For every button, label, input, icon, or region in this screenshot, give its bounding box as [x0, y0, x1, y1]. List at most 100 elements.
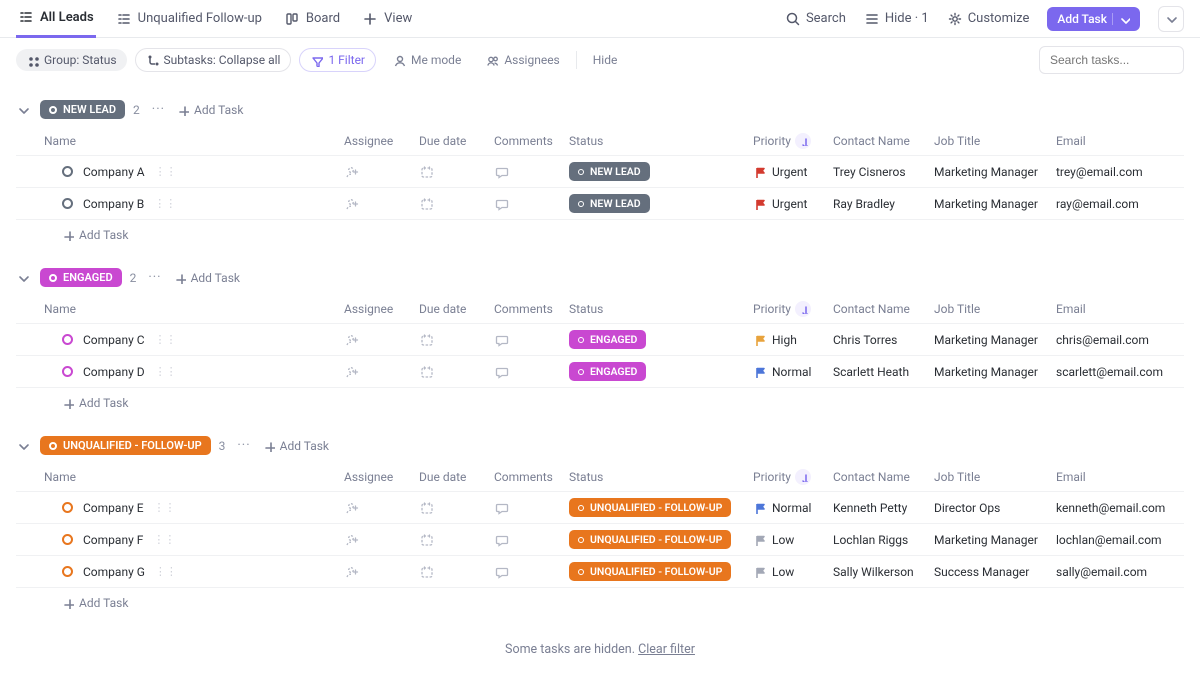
column-header[interactable]: Due date: [419, 134, 494, 148]
drag-handle-icon[interactable]: ⋮⋮: [153, 533, 175, 546]
column-header[interactable]: Due date: [419, 470, 494, 484]
due-date-cell[interactable]: [419, 332, 494, 347]
assignee-cell[interactable]: [344, 564, 419, 579]
group-status-chip[interactable]: ENGAGED: [40, 268, 122, 287]
column-header[interactable]: Job Title: [934, 470, 1056, 484]
column-header[interactable]: Name: [44, 134, 344, 148]
assignee-cell[interactable]: [344, 164, 419, 179]
assignees-button[interactable]: Assignees: [477, 49, 567, 71]
group-status-chip[interactable]: UNQUALIFIED - FOLLOW-UP: [40, 436, 211, 455]
contact-cell[interactable]: Chris Torres: [833, 333, 934, 347]
status-cell[interactable]: UNQUALIFIED - FOLLOW-UP: [569, 530, 753, 549]
priority-cell[interactable]: Urgent: [753, 197, 833, 211]
more-menu-button[interactable]: [1158, 6, 1184, 32]
me-mode-button[interactable]: Me mode: [384, 49, 469, 71]
group-add-task[interactable]: Add Task: [174, 271, 240, 285]
priority-cell[interactable]: High: [753, 333, 833, 347]
tab-add-view[interactable]: View: [360, 0, 414, 38]
assignee-cell[interactable]: [344, 364, 419, 379]
column-header[interactable]: Contact Name: [833, 302, 934, 316]
email-cell[interactable]: trey@email.com: [1056, 165, 1200, 179]
column-header[interactable]: Comments: [494, 134, 569, 148]
comments-cell[interactable]: [494, 332, 569, 347]
assignee-cell[interactable]: [344, 332, 419, 347]
email-cell[interactable]: kenneth@email.com: [1056, 501, 1200, 515]
drag-handle-icon[interactable]: ⋮⋮: [155, 365, 177, 378]
collapse-icon[interactable]: [16, 103, 32, 117]
drag-handle-icon[interactable]: ⋮⋮: [155, 565, 177, 578]
comments-cell[interactable]: [494, 164, 569, 179]
status-cell[interactable]: ENGAGED: [569, 330, 753, 349]
status-cell[interactable]: ENGAGED: [569, 362, 753, 381]
group-more-icon[interactable]: ···: [144, 270, 165, 285]
due-date-cell[interactable]: [419, 196, 494, 211]
contact-cell[interactable]: Lochlan Riggs: [833, 533, 934, 547]
due-date-cell[interactable]: [419, 532, 494, 547]
search-tasks[interactable]: [1039, 46, 1184, 74]
drag-handle-icon[interactable]: ⋮⋮: [154, 197, 176, 210]
column-header[interactable]: Due date: [419, 302, 494, 316]
assignee-cell[interactable]: [344, 500, 419, 515]
subtasks-pill[interactable]: Subtasks: Collapse all: [135, 48, 292, 72]
column-header[interactable]: Contact Name: [833, 470, 934, 484]
search-button[interactable]: Search: [785, 11, 846, 27]
column-header[interactable]: Assignee: [344, 134, 419, 148]
table-row[interactable]: Company D ⋮⋮ ENGAGED Normal Scarlett Hea…: [16, 356, 1184, 388]
group-pill[interactable]: Group: Status: [16, 49, 127, 71]
comments-cell[interactable]: [494, 564, 569, 579]
column-header[interactable]: Contact Name: [833, 134, 934, 148]
group-add-task[interactable]: Add Task: [177, 103, 243, 117]
due-date-cell[interactable]: [419, 564, 494, 579]
column-header[interactable]: Job Title: [934, 134, 1056, 148]
collapse-icon[interactable]: [16, 439, 32, 453]
column-header[interactable]: Status: [569, 302, 753, 316]
table-row[interactable]: Company F ⋮⋮ UNQUALIFIED - FOLLOW-UP Low…: [16, 524, 1184, 556]
assignee-cell[interactable]: [344, 532, 419, 547]
priority-cell[interactable]: Normal: [753, 365, 833, 379]
comments-cell[interactable]: [494, 364, 569, 379]
group-add-task[interactable]: Add Task: [263, 439, 329, 453]
title-cell[interactable]: Marketing Manager: [934, 197, 1056, 211]
sort-desc-icon[interactable]: [795, 469, 811, 485]
sort-desc-icon[interactable]: [795, 301, 811, 317]
comments-cell[interactable]: [494, 196, 569, 211]
title-cell[interactable]: Director Ops: [934, 501, 1056, 515]
email-cell[interactable]: ray@email.com: [1056, 197, 1200, 211]
priority-cell[interactable]: Normal: [753, 501, 833, 515]
title-cell[interactable]: Marketing Manager: [934, 165, 1056, 179]
sort-desc-icon[interactable]: [795, 133, 811, 149]
table-row[interactable]: Company A ⋮⋮ NEW LEAD Urgent Trey Cisner…: [16, 156, 1184, 188]
contact-cell[interactable]: Kenneth Petty: [833, 501, 934, 515]
drag-handle-icon[interactable]: ⋮⋮: [155, 165, 177, 178]
add-task-button[interactable]: Add Task: [1047, 7, 1140, 31]
column-header[interactable]: Priority: [753, 133, 833, 149]
tab-board[interactable]: Board: [282, 0, 342, 38]
column-header[interactable]: Name: [44, 470, 344, 484]
column-header[interactable]: Name: [44, 302, 344, 316]
status-cell[interactable]: NEW LEAD: [569, 194, 753, 213]
comments-cell[interactable]: [494, 500, 569, 515]
column-header[interactable]: Email: [1056, 470, 1200, 484]
collapse-icon[interactable]: [16, 271, 32, 285]
email-cell[interactable]: sally@email.com: [1056, 565, 1200, 579]
status-cell[interactable]: NEW LEAD: [569, 162, 753, 181]
contact-cell[interactable]: Trey Cisneros: [833, 165, 934, 179]
search-input[interactable]: [1039, 46, 1184, 74]
contact-cell[interactable]: Sally Wilkerson: [833, 565, 934, 579]
column-header[interactable]: Job Title: [934, 302, 1056, 316]
tab-unqualified[interactable]: Unqualified Follow-up: [114, 0, 264, 38]
customize-button[interactable]: Customize: [947, 11, 1030, 27]
hide-button[interactable]: Hide: [585, 49, 626, 71]
priority-cell[interactable]: Urgent: [753, 165, 833, 179]
tab-all-leads[interactable]: All Leads: [16, 0, 96, 38]
column-header[interactable]: Status: [569, 470, 753, 484]
add-task-row[interactable]: Add Task: [16, 588, 1184, 618]
column-header[interactable]: Assignee: [344, 470, 419, 484]
group-status-chip[interactable]: NEW LEAD: [40, 100, 125, 119]
contact-cell[interactable]: Scarlett Heath: [833, 365, 934, 379]
due-date-cell[interactable]: [419, 364, 494, 379]
column-header[interactable]: Priority: [753, 469, 833, 485]
title-cell[interactable]: Marketing Manager: [934, 533, 1056, 547]
title-cell[interactable]: Marketing Manager: [934, 333, 1056, 347]
priority-cell[interactable]: Low: [753, 533, 833, 547]
